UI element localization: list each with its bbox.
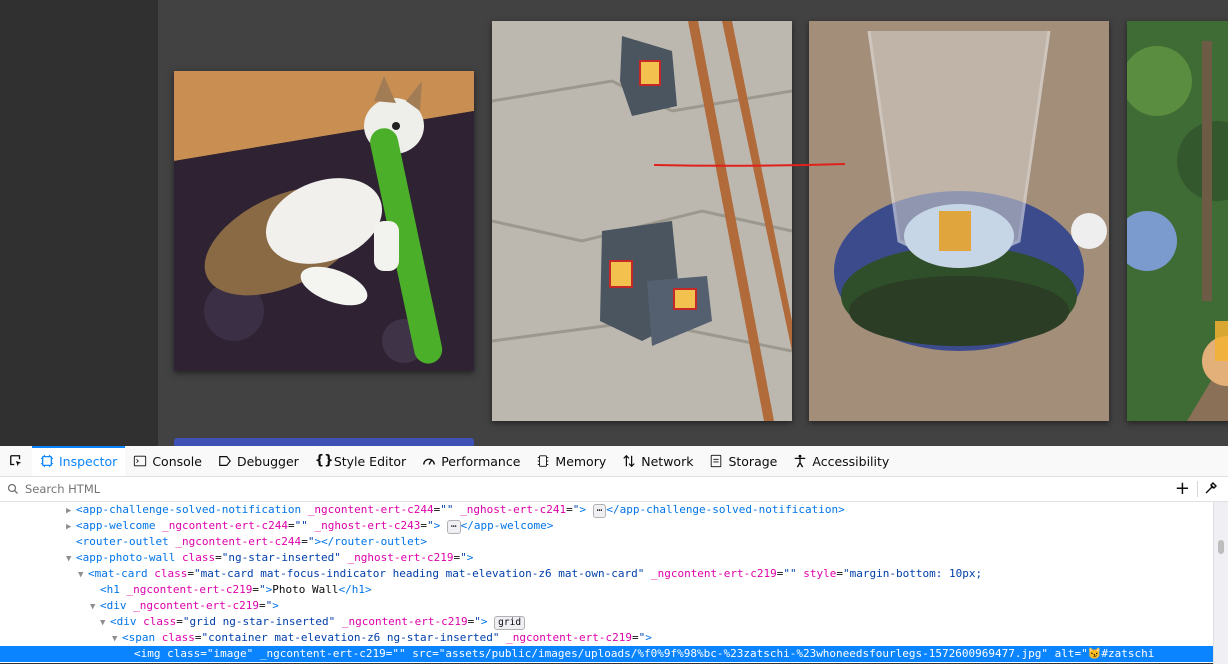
tree-scrollbar[interactable] xyxy=(1213,502,1228,664)
accessibility-icon xyxy=(795,454,806,468)
photo-wall-stickers[interactable] xyxy=(492,21,792,421)
ellipsis-chip[interactable]: ⋯ xyxy=(446,520,461,534)
photo-glass-coaster[interactable] xyxy=(809,21,1109,421)
eyedropper-icon[interactable] xyxy=(1204,481,1218,495)
storage-icon xyxy=(711,454,722,468)
tab-label: Storage xyxy=(728,453,778,469)
search-html-bar: + xyxy=(0,477,1228,502)
node-span-container[interactable]: ▼ <span class="container mat-elevation-z6… xyxy=(0,630,1214,646)
node-app-welcome[interactable]: ▶ <app-welcome _ngcontent-ert-c244="" _ng… xyxy=(0,518,1214,534)
node-router-outlet[interactable]: <router-outlet _ngcontent-ert-c244="></r… xyxy=(0,534,1214,550)
node-mat-card[interactable]: ▼ <mat-card class="mat-card mat-focus-ind… xyxy=(0,566,1214,582)
collapse-triangle-icon[interactable]: ▼ xyxy=(112,631,122,647)
tab-label: Inspector xyxy=(59,453,118,469)
expand-triangle-icon[interactable]: ▶ xyxy=(66,519,76,535)
markup-tree: ▶ <app-challenge-solved-notification _ngc… xyxy=(0,502,1228,664)
tab-network[interactable]: Network xyxy=(614,446,701,476)
next-card-edge xyxy=(174,438,474,446)
search-icon xyxy=(7,483,18,494)
node-challenge-notification[interactable]: ▶ <app-challenge-solved-notification _ngc… xyxy=(0,502,1214,518)
tab-memory[interactable]: Memory xyxy=(528,446,614,476)
debugger-icon xyxy=(219,456,231,466)
tab-label: Memory xyxy=(555,453,607,469)
chip-icon xyxy=(538,455,549,467)
tab-inspector[interactable]: Inspector xyxy=(32,446,126,476)
scrollbar-thumb[interactable] xyxy=(1218,540,1224,554)
ellipsis-chip[interactable]: ⋯ xyxy=(592,504,607,518)
arrows-icon xyxy=(623,454,635,468)
tab-label: Debugger xyxy=(236,453,299,469)
photo-forest-drink[interactable] xyxy=(1127,21,1228,421)
node-img-selected[interactable]: <img class="image" _ngcontent-ert-c219="… xyxy=(0,646,1214,662)
collapse-triangle-icon[interactable]: ▼ xyxy=(78,567,88,583)
element-picker-icon xyxy=(10,455,22,467)
photo-cat-with-toy[interactable] xyxy=(174,71,474,371)
tab-style-editor[interactable]: {} Style Editor xyxy=(307,446,414,476)
tab-label: Style Editor xyxy=(333,453,407,469)
collapse-triangle-icon[interactable]: ▼ xyxy=(100,615,110,631)
red-underline-annotation xyxy=(653,163,846,167)
tab-storage[interactable]: Storage xyxy=(701,446,785,476)
inspector-icon xyxy=(40,454,54,468)
node-h1[interactable]: <h1 _ngcontent-ert-c219=">Photo Wall</h1… xyxy=(0,582,1214,598)
add-node-button[interactable]: + xyxy=(1175,479,1190,499)
tab-console[interactable]: Console xyxy=(125,446,210,476)
tab-label: Accessibility xyxy=(812,453,890,469)
node-app-photo-wall[interactable]: ▼ <app-photo-wall class="ng-star-inserted… xyxy=(0,550,1214,566)
tab-accessibility[interactable]: Accessibility xyxy=(785,446,897,476)
devtools-panel: Inspector Console Debugger {} Style Edit… xyxy=(0,446,1228,664)
braces-icon: {} xyxy=(314,453,334,468)
devtools-toolbar: Inspector Console Debugger {} Style Edit… xyxy=(0,446,1228,477)
search-html-input[interactable] xyxy=(23,481,1127,497)
toolbar-separator xyxy=(1197,481,1198,497)
grid-badge[interactable]: grid xyxy=(494,616,526,630)
element-picker-button[interactable] xyxy=(0,446,32,476)
sidenav-backdrop xyxy=(0,0,158,446)
node-div-grid[interactable]: ▼ <div class="grid ng-star-inserted" _ngc… xyxy=(0,614,1214,630)
collapse-triangle-icon[interactable]: ▼ xyxy=(66,551,76,567)
console-icon xyxy=(134,455,147,467)
expand-triangle-icon[interactable]: ▶ xyxy=(66,503,76,519)
tab-label: Network xyxy=(641,453,694,469)
tab-debugger[interactable]: Debugger xyxy=(210,446,307,476)
tab-performance[interactable]: Performance xyxy=(414,446,528,476)
tab-label: Performance xyxy=(441,453,521,469)
collapse-triangle-icon[interactable]: ▼ xyxy=(90,599,100,615)
photo-wall-page xyxy=(0,0,1228,446)
gauge-icon xyxy=(423,458,436,465)
node-div[interactable]: ▼ <div _ngcontent-ert-c219="> xyxy=(0,598,1214,614)
tab-label: Console xyxy=(152,453,202,469)
